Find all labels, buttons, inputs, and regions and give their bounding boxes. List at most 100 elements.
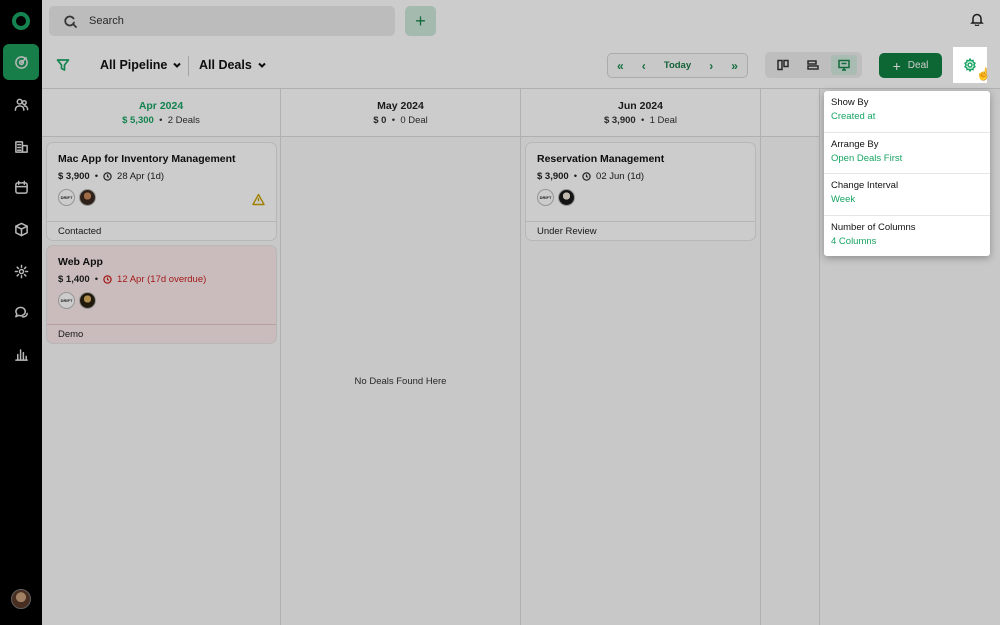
search-placeholder: Search	[89, 15, 124, 27]
change-interval-option[interactable]: Change Interval Week	[824, 174, 990, 216]
sidebar-item-deals[interactable]	[3, 44, 39, 80]
top-bar: Search +	[42, 0, 1000, 42]
sidebar-item-companies[interactable]	[3, 128, 39, 164]
deals-dropdown-label: All Deals	[199, 58, 252, 72]
column-summary: $ 3,900 • 1 Deal	[603, 115, 678, 126]
forecast-column: Jun 2024 $ 3,900 • 1 Deal Reservation Ma…	[521, 89, 761, 625]
company-logo: DRIFT	[58, 189, 75, 206]
deal-card-body: Mac App for Inventory Management $ 3,900…	[47, 143, 276, 221]
meta-separator: •	[94, 171, 99, 182]
company-logo: DRIFT	[537, 189, 554, 206]
forecast-column: May 2024 $ 0 • 0 Deal No Deals Found Her…	[281, 89, 521, 625]
deal-meta: $ 3,900 • 02 Jun (1d)	[537, 171, 744, 182]
list-view-icon	[807, 60, 820, 70]
add-deal-button[interactable]: + Deal	[879, 53, 942, 78]
calendar-icon	[14, 180, 28, 194]
column-amount: $ 5,300	[122, 115, 154, 126]
list-view-button[interactable]	[800, 55, 826, 75]
deal-due-date: 12 Apr (17d overdue)	[117, 274, 207, 285]
double-chevron-left-icon[interactable]: «	[617, 60, 624, 72]
column-month: May 2024	[377, 100, 424, 112]
column-summary: $ 5,300 • 2 Deals	[122, 115, 200, 126]
sidebar-item-settings[interactable]	[3, 253, 39, 289]
deal-card[interactable]: Reservation Management $ 3,900 • 02 Jun …	[526, 143, 755, 240]
bell-icon	[970, 13, 984, 27]
deals-dropdown[interactable]: All Deals	[199, 58, 267, 72]
chevron-right-icon[interactable]: ›	[709, 60, 713, 72]
deal-amount: $ 3,900	[58, 171, 90, 182]
board-toolbar: All Pipeline All Deals « ‹ Today › » + D…	[42, 42, 1000, 89]
deal-stage: Under Review	[526, 221, 755, 240]
clock-icon	[103, 172, 112, 181]
column-month: Apr 2024	[138, 100, 184, 112]
meta-separator: •	[573, 171, 578, 182]
deal-meta: $ 1,400 • 12 Apr (17d overdue)	[58, 274, 265, 285]
column-header	[761, 89, 819, 137]
contacts-icon	[14, 98, 28, 111]
sidebar-item-calendar[interactable]	[3, 169, 39, 205]
deal-avatars: DRIFT	[537, 189, 744, 206]
column-count: 1 Deal	[649, 115, 678, 126]
owner-avatar	[79, 189, 96, 206]
column-amount: $ 3,900	[603, 115, 636, 126]
date-navigator: « ‹ Today › »	[607, 53, 748, 78]
pipeline-dropdown-label: All Pipeline	[100, 58, 168, 72]
column-header: Apr 2024 $ 5,300 • 2 Deals	[42, 89, 280, 137]
quick-add-button[interactable]: +	[405, 6, 436, 36]
filter-button[interactable]	[56, 58, 70, 72]
option-value: Open Deals First	[831, 152, 903, 164]
deal-title: Web App	[58, 256, 103, 268]
option-label: Change Interval	[831, 180, 899, 191]
mouse-cursor-icon: ☝	[976, 67, 991, 81]
deal-amount: $ 1,400	[58, 274, 90, 285]
double-chevron-right-icon[interactable]: »	[731, 60, 738, 72]
arrange-by-option[interactable]: Arrange By Open Deals First	[824, 133, 990, 174]
owner-avatar	[79, 292, 96, 309]
deal-stage: Demo	[47, 324, 276, 343]
clock-icon	[582, 172, 591, 181]
notifications-button[interactable]	[970, 12, 986, 28]
column-count: 0 Deal	[400, 115, 428, 126]
column-header: Jun 2024 $ 3,900 • 1 Deal	[521, 89, 760, 137]
column-summary: $ 0 • 0 Deal	[373, 115, 428, 126]
show-by-option[interactable]: Show By Created at	[824, 91, 990, 133]
pipeline-dropdown[interactable]: All Pipeline	[100, 58, 182, 72]
chevron-down-icon	[258, 62, 266, 68]
number-of-columns-option[interactable]: Number of Columns 4 Columns	[824, 216, 990, 258]
app-logo[interactable]	[12, 12, 30, 30]
chevron-down-icon	[173, 62, 182, 68]
option-value: 4 Columns	[831, 235, 877, 247]
filter-icon	[56, 59, 70, 71]
sidebar-item-chat[interactable]	[3, 294, 39, 330]
deal-stage: Contacted	[47, 221, 276, 240]
deal-due-date: 02 Jun (1d)	[596, 171, 645, 182]
forecast-icon	[838, 59, 850, 71]
deal-avatars: DRIFT	[58, 189, 265, 206]
option-label: Number of Columns	[831, 221, 916, 233]
sidebar-item-products[interactable]	[3, 211, 39, 247]
deal-meta: $ 3,900 • 28 Apr (1d)	[58, 171, 265, 182]
search-input[interactable]: Search	[49, 6, 395, 36]
user-avatar[interactable]	[11, 589, 31, 609]
kanban-view-button[interactable]	[770, 55, 796, 75]
deals-icon	[14, 55, 28, 69]
column-header: May 2024 $ 0 • 0 Deal	[281, 89, 520, 137]
option-value: Week	[831, 194, 856, 205]
owner-avatar	[558, 189, 575, 206]
forecast-column: Apr 2024 $ 5,300 • 2 Deals Mac App for I…	[42, 89, 281, 625]
today-button[interactable]: Today	[664, 60, 691, 71]
company-logo: DRIFT	[58, 292, 75, 309]
sidebar-item-contacts[interactable]	[3, 86, 39, 122]
chevron-left-icon[interactable]: ‹	[642, 60, 646, 72]
gear-icon	[964, 58, 976, 72]
plus-icon: +	[415, 10, 426, 31]
option-label: Arrange By	[831, 138, 879, 150]
sidebar	[0, 0, 42, 625]
board-settings-button[interactable]: ☝	[953, 47, 991, 83]
sidebar-item-reports[interactable]	[3, 336, 39, 372]
column-count: 2 Deals	[167, 115, 200, 126]
forecast-view-button[interactable]	[830, 55, 857, 75]
deal-card[interactable]: Web App $ 1,400 • 12 Apr (17d overdue) D…	[47, 246, 276, 343]
deal-card[interactable]: Mac App for Inventory Management $ 3,900…	[47, 143, 276, 240]
option-value: Created at	[831, 111, 876, 122]
